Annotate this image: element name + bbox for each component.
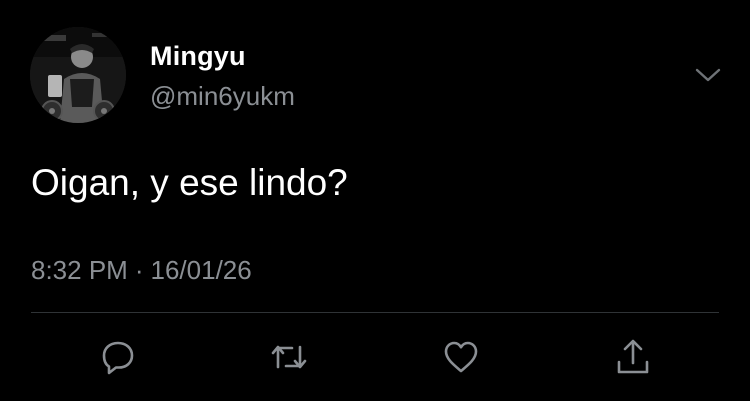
chevron-down-icon[interactable] xyxy=(693,63,723,87)
like-button[interactable] xyxy=(440,336,482,378)
author-display-name[interactable]: Mingyu xyxy=(150,41,246,72)
tweet: Mingyu @min6yukm Oigan, y ese lindo? 8:3… xyxy=(0,0,750,401)
tweet-timestamp[interactable]: 8:32 PM · 16/01/26 xyxy=(31,255,252,286)
tweet-text: Oigan, y ese lindo? xyxy=(31,162,348,203)
avatar[interactable] xyxy=(30,27,126,123)
tweet-time: 8:32 PM xyxy=(31,255,128,285)
reply-icon xyxy=(102,341,134,375)
meta-separator: · xyxy=(134,255,144,285)
author-handle[interactable]: @min6yukm xyxy=(150,81,295,112)
tweet-date: 16/01/26 xyxy=(150,255,252,285)
share-icon xyxy=(617,339,649,374)
retweet-icon xyxy=(271,345,307,369)
share-button[interactable] xyxy=(612,336,654,378)
profile-photo xyxy=(30,27,126,123)
reply-button[interactable] xyxy=(97,336,139,378)
retweet-button[interactable] xyxy=(268,336,310,378)
heart-icon xyxy=(444,341,478,373)
divider xyxy=(31,312,719,313)
